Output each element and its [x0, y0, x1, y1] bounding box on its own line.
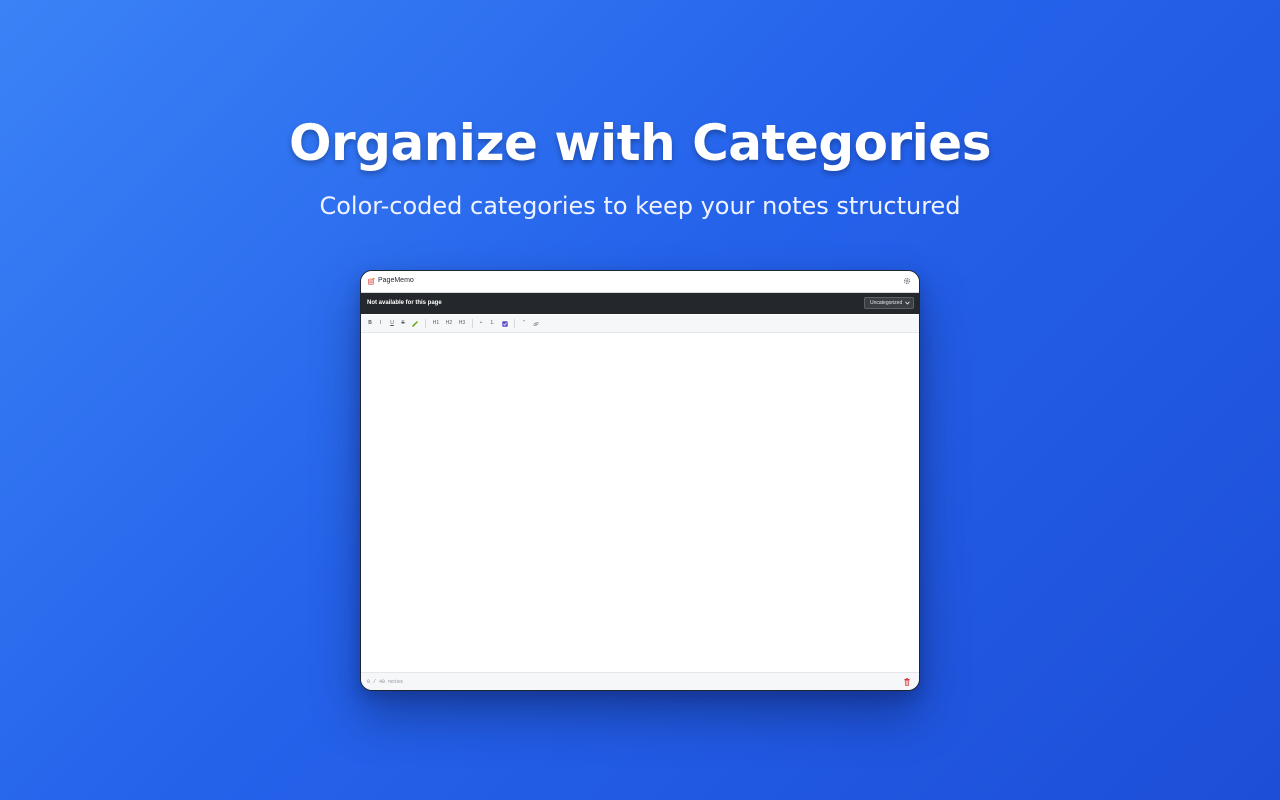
- title-bar: PageMemo: [361, 271, 919, 293]
- formatting-toolbar: B I U S H1 H2 H3 • 1. ": [361, 315, 919, 333]
- link-icon: [533, 322, 539, 326]
- memo-icon: [368, 278, 375, 285]
- highlighter-icon: [412, 321, 418, 327]
- chevron-down-icon: [905, 301, 910, 305]
- category-select[interactable]: Uncategorized: [864, 297, 914, 309]
- numbered-list-button[interactable]: 1.: [489, 319, 496, 328]
- toolbar-divider: [472, 319, 473, 328]
- page-bar: Not available for this page Uncategorize…: [361, 293, 919, 314]
- settings-button[interactable]: [903, 277, 911, 285]
- checkbox-button[interactable]: [502, 319, 508, 328]
- trash-icon: [904, 678, 910, 686]
- toolbar-divider: [425, 319, 426, 328]
- status-bar: 0 / 40 notes: [361, 672, 919, 690]
- note-counter: 0 / 40 notes: [367, 679, 404, 685]
- app-name: PageMemo: [378, 277, 414, 284]
- page-status: Not available for this page: [367, 300, 442, 306]
- underline-button[interactable]: U: [389, 319, 395, 328]
- delete-note-button[interactable]: [904, 678, 910, 686]
- category-select-value: Uncategorized: [870, 300, 903, 306]
- bold-button[interactable]: B: [367, 319, 373, 328]
- checkbox-icon: [502, 321, 508, 327]
- app-window: PageMemo Not available for this page Unc…: [360, 270, 920, 691]
- page-subtitle: Color-coded categories to keep your note…: [319, 192, 961, 220]
- gear-icon: [903, 277, 911, 285]
- strikethrough-button[interactable]: S: [400, 319, 406, 328]
- highlight-button[interactable]: [412, 319, 419, 328]
- bullet-list-button[interactable]: •: [478, 319, 484, 328]
- heading1-button[interactable]: H1: [431, 319, 441, 328]
- italic-button[interactable]: I: [378, 319, 383, 328]
- toolbar-divider: [514, 319, 515, 328]
- note-editor[interactable]: [361, 333, 919, 672]
- heading2-button[interactable]: H2: [444, 319, 454, 328]
- link-button[interactable]: [533, 319, 540, 328]
- heading3-button[interactable]: H3: [457, 319, 467, 328]
- page-title: Organize with Categories: [289, 114, 991, 172]
- quote-button[interactable]: ": [521, 319, 527, 328]
